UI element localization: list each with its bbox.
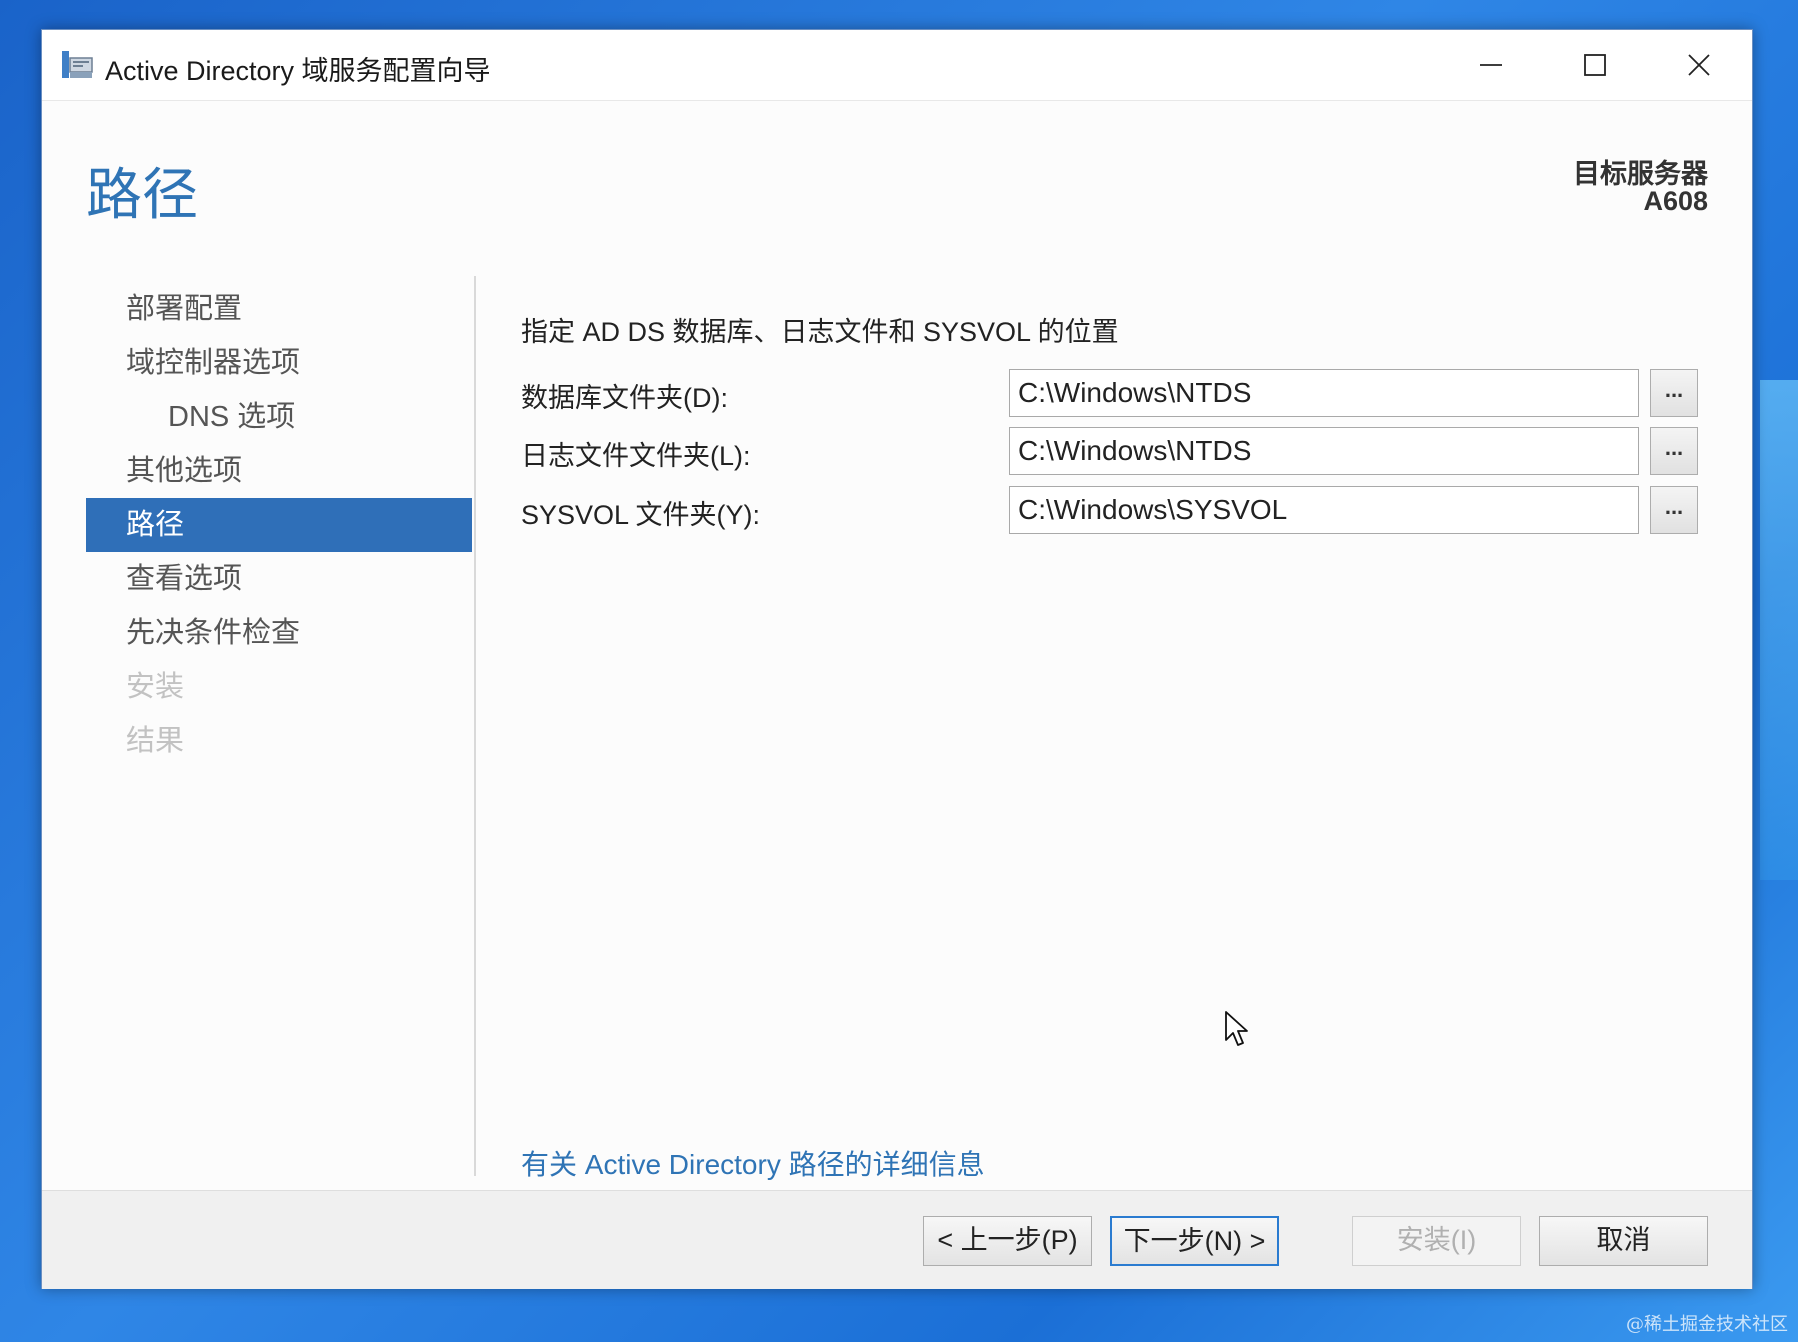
page-title: 路径 xyxy=(86,163,198,226)
target-server-value: A608 xyxy=(1643,186,1708,216)
log-folder-label: 日志文件文件夹(L): xyxy=(521,441,751,471)
title-bar[interactable]: Active Directory 域服务配置向导 xyxy=(42,30,1752,101)
maximize-button[interactable] xyxy=(1543,30,1647,100)
wizard-window: Active Directory 域服务配置向导 路径 目标服务器 A608 部… xyxy=(41,29,1753,1289)
sysvol-folder-browse-button[interactable]: ... xyxy=(1650,486,1698,534)
next-button[interactable]: 下一步(N) > xyxy=(1110,1216,1279,1266)
close-button[interactable] xyxy=(1647,30,1751,100)
sysvol-folder-input[interactable]: C:\Windows\SYSVOL xyxy=(1009,486,1639,534)
mouse-pointer-icon xyxy=(1225,1011,1248,1046)
window-title: Active Directory 域服务配置向导 xyxy=(105,56,491,86)
nav-item-dc-options[interactable]: 域控制器选项 xyxy=(86,336,472,390)
nav-item-paths[interactable]: 路径 xyxy=(86,498,472,552)
paths-description: 指定 AD DS 数据库、日志文件和 SYSVOL 的位置 xyxy=(521,317,1119,347)
nav-item-installation: 安装 xyxy=(126,671,185,703)
nav-item-results: 结果 xyxy=(126,725,185,757)
desktop-background-glow xyxy=(1760,380,1798,880)
nav-item-deployment-config[interactable]: 部署配置 xyxy=(86,282,472,336)
minimize-icon xyxy=(1480,64,1502,66)
minimize-button[interactable] xyxy=(1439,30,1543,100)
log-folder-browse-button[interactable]: ... xyxy=(1650,427,1698,475)
sysvol-folder-label: SYSVOL 文件夹(Y): xyxy=(521,500,761,530)
install-button: 安装(I) xyxy=(1352,1216,1521,1266)
wizard-step-nav: 部署配置 域控制器选项 DNS 选项 其他选项 路径 查看选项 先决条件检查 安… xyxy=(86,282,472,768)
nav-item-dns-options[interactable]: DNS 选项 xyxy=(86,390,472,444)
nav-item-additional-options[interactable]: 其他选项 xyxy=(86,444,472,498)
previous-button[interactable]: < 上一步(P) xyxy=(923,1216,1092,1266)
watermark: @稀土掘金技术社区 xyxy=(1626,1314,1788,1335)
cancel-button[interactable]: 取消 xyxy=(1539,1216,1708,1266)
server-manager-app-icon xyxy=(62,51,93,78)
more-info-link[interactable]: 有关 Active Directory 路径的详细信息 xyxy=(521,1143,985,1183)
close-icon xyxy=(1688,54,1710,76)
database-folder-browse-button[interactable]: ... xyxy=(1650,369,1698,417)
nav-item-prerequisites-check[interactable]: 先决条件检查 xyxy=(86,606,472,660)
database-folder-label: 数据库文件夹(D): xyxy=(521,383,728,413)
database-folder-input[interactable]: C:\Windows\NTDS xyxy=(1009,369,1639,417)
nav-item-review-options[interactable]: 查看选项 xyxy=(86,552,472,606)
nav-divider xyxy=(474,276,476,1176)
maximize-icon xyxy=(1584,54,1606,76)
log-folder-input[interactable]: C:\Windows\NTDS xyxy=(1009,427,1639,475)
